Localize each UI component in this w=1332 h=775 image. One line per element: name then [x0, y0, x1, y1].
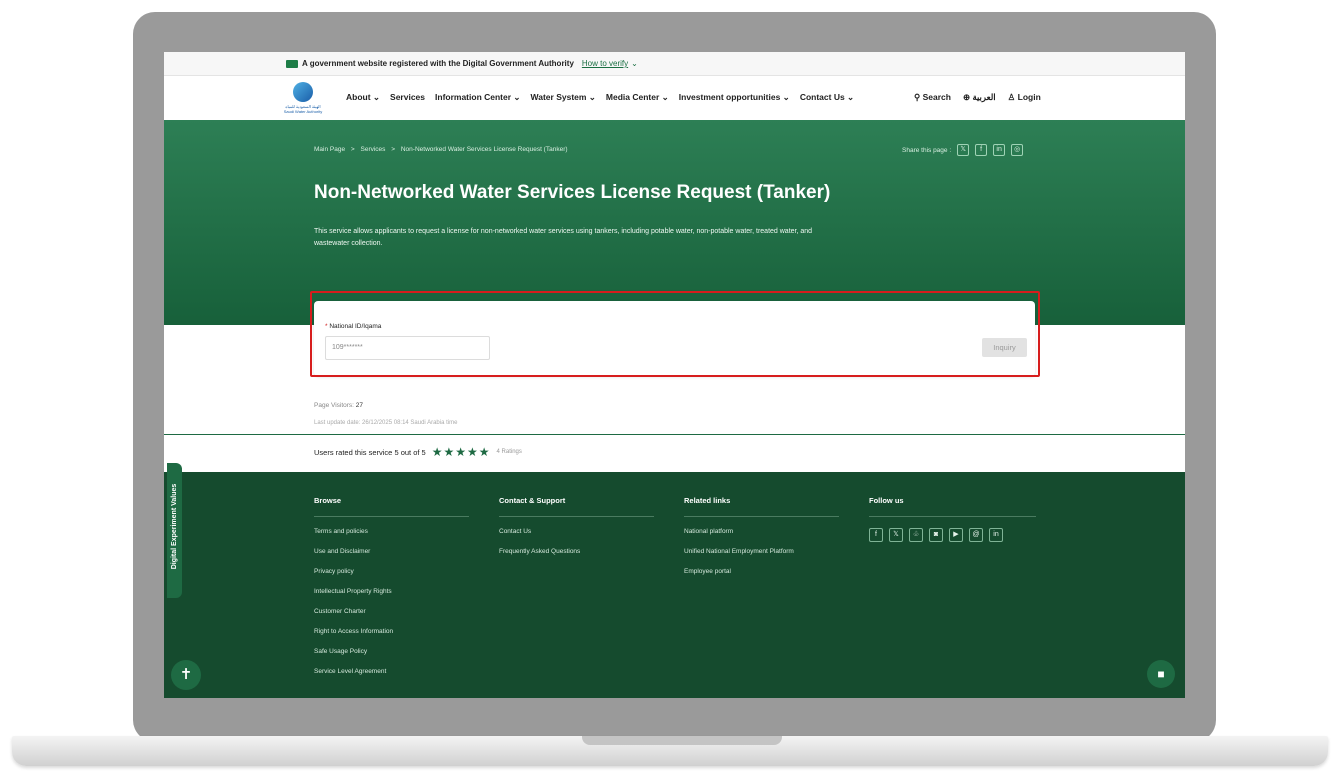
browser-screen: A government website registered with the…	[164, 52, 1185, 698]
laptop-notch	[582, 736, 782, 745]
rating-divider	[164, 434, 1185, 435]
nav-water-system[interactable]: Water System ⌄	[531, 92, 596, 103]
footer-follow-title: Follow us	[869, 496, 1036, 517]
accessibility-icon: ✝	[179, 666, 193, 683]
page-visitors: Page Visitors: 27	[314, 402, 363, 409]
footer-browse: Browse Terms and policies Use and Discla…	[314, 496, 469, 688]
nav-media-center[interactable]: Media Center ⌄	[606, 92, 669, 103]
search-icon: ⚲	[914, 92, 923, 102]
footer-link-employee-portal[interactable]: Employee portal	[684, 568, 839, 575]
page-description: This service allows applicants to reques…	[314, 228, 813, 247]
footer-link-contact-us[interactable]: Contact Us	[499, 528, 654, 535]
saudi-flag-icon	[286, 59, 298, 68]
footer-browse-title: Browse	[314, 496, 469, 517]
footer-link-ip-rights[interactable]: Intellectual Property Rights	[314, 588, 469, 595]
login-button[interactable]: ♙ Login	[1008, 92, 1041, 103]
facebook-icon[interactable]: f	[869, 528, 883, 542]
globe-icon: ⊕	[962, 92, 973, 102]
share-bar: Share this page : 𝕏 f in ◎	[902, 144, 1024, 156]
page-title: Non-Networked Water Services License Req…	[314, 182, 831, 203]
youtube-icon[interactable]: ▶	[949, 528, 963, 542]
site-footer: Browse Terms and policies Use and Discla…	[164, 472, 1185, 698]
nav-investment-opportunities[interactable]: Investment opportunities ⌄	[679, 92, 790, 103]
threads-icon[interactable]: @	[969, 528, 983, 542]
footer-contact: Contact & Support Contact Us Frequently …	[499, 496, 654, 568]
search-button[interactable]: ⚲ Search	[914, 92, 951, 103]
nav-about[interactable]: About ⌄	[346, 92, 380, 103]
rating-count: 4 Ratings	[496, 449, 522, 455]
service-rating: Users rated this service 5 out of 5 ★★★★…	[314, 445, 522, 459]
footer-link-sla[interactable]: Service Level Agreement	[314, 668, 469, 675]
breadcrumb-separator: >	[350, 146, 355, 153]
rating-stars[interactable]: ★★★★★	[432, 445, 491, 459]
linkedin-icon[interactable]: in	[989, 528, 1003, 542]
footer-follow: Follow us f 𝕏 ♧ ◙ ▶ @ in	[869, 496, 1036, 542]
footer-link-customer-charter[interactable]: Customer Charter	[314, 608, 469, 615]
footer-link-employment-platform[interactable]: Unified National Employment Platform	[684, 548, 839, 555]
nav-contact-us[interactable]: Contact Us ⌄	[800, 92, 854, 103]
government-banner-text: A government website registered with the…	[302, 59, 574, 68]
last-update-date: Last update date: 26/12/2025 08:14 Saudi…	[314, 420, 458, 426]
how-to-verify-link[interactable]: How to verify	[582, 59, 628, 68]
nav-utilities: ⚲ Search ⊕ العربية ♙ Login	[914, 92, 1041, 103]
instagram-icon[interactable]: ◙	[929, 528, 943, 542]
snapchat-icon[interactable]: ♧	[909, 528, 923, 542]
logo-text: الهيئة السعودية للمياه Saudi Water Autho…	[283, 104, 323, 114]
government-banner: A government website registered with the…	[164, 52, 1185, 76]
breadcrumb-main-page[interactable]: Main Page	[314, 146, 345, 153]
page-visitors-count: 27	[355, 402, 364, 409]
footer-link-terms[interactable]: Terms and policies	[314, 528, 469, 535]
digital-experiment-label: Digital Experiment Values	[171, 483, 178, 570]
footer-link-national-platform[interactable]: National platform	[684, 528, 839, 535]
chat-icon: ■	[1157, 667, 1165, 681]
linkedin-icon[interactable]: in	[993, 144, 1006, 156]
language-switch[interactable]: ⊕ العربية	[963, 92, 996, 103]
footer-link-access-information[interactable]: Right to Access Information	[314, 628, 469, 635]
facebook-icon[interactable]: f	[975, 144, 988, 156]
footer-related-title: Related links	[684, 496, 839, 517]
share-label: Share this page :	[902, 146, 952, 154]
rating-text: Users rated this service 5 out of 5	[314, 447, 426, 457]
footer-link-disclaimer[interactable]: Use and Disclaimer	[314, 548, 469, 555]
nav-menu: About ⌄ Services Information Center ⌄ Wa…	[346, 92, 854, 103]
laptop-base	[12, 736, 1328, 766]
footer-link-faq[interactable]: Frequently Asked Questions	[499, 548, 654, 555]
breadcrumb: Main Page > Services > Non-Networked Wat…	[314, 146, 568, 153]
highlight-box	[310, 291, 1040, 377]
footer-link-privacy[interactable]: Privacy policy	[314, 568, 469, 575]
accessibility-button[interactable]: ✝	[171, 660, 201, 690]
saudi-water-authority-logo[interactable]: الهيئة السعودية للمياه Saudi Water Autho…	[281, 82, 325, 118]
search-label: Search	[922, 92, 951, 102]
user-icon: ♙	[1007, 92, 1018, 102]
footer-link-safe-usage[interactable]: Safe Usage Policy	[314, 648, 469, 655]
logo-mark-icon	[293, 82, 313, 102]
x-icon[interactable]: 𝕏	[957, 144, 970, 156]
breadcrumb-current: Non-Networked Water Services License Req…	[400, 146, 568, 153]
nav-information-center[interactable]: Information Center ⌄	[435, 92, 521, 103]
digital-experiment-tab[interactable]: Digital Experiment Values	[167, 463, 182, 598]
chevron-down-icon[interactable]: ⌄	[631, 59, 638, 68]
nav-services[interactable]: Services	[390, 92, 425, 103]
language-label: العربية	[972, 92, 996, 102]
page-visitors-label: Page Visitors:	[314, 402, 354, 409]
footer-contact-title: Contact & Support	[499, 496, 654, 517]
x-icon[interactable]: 𝕏	[889, 528, 903, 542]
breadcrumb-services[interactable]: Services	[361, 146, 386, 153]
footer-related: Related links National platform Unified …	[684, 496, 839, 588]
chat-button[interactable]: ■	[1147, 660, 1175, 688]
login-label: Login	[1017, 92, 1041, 102]
breadcrumb-separator: >	[391, 146, 396, 153]
whatsapp-icon[interactable]: ◎	[1011, 144, 1024, 156]
social-links: f 𝕏 ♧ ◙ ▶ @ in	[869, 528, 1036, 542]
